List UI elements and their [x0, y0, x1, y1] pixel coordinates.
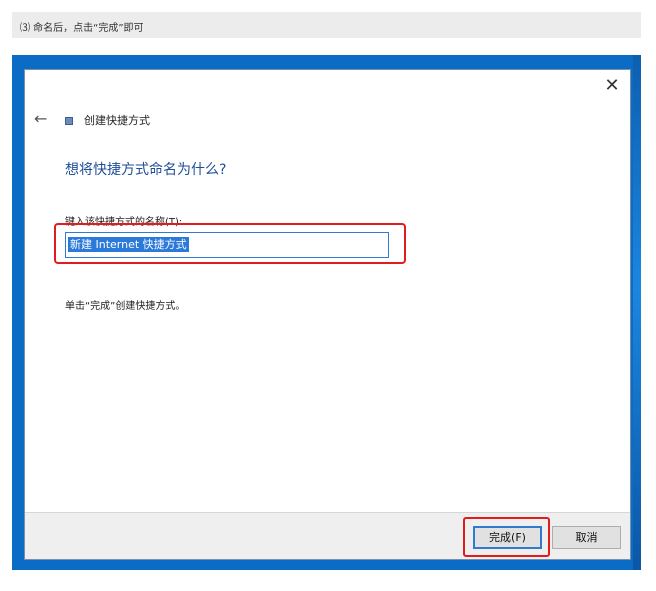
screenshot-frame: ✕ ← 创建快捷方式 想将快捷方式命名为什么? 键入该快捷方式的名称(T): 新…: [12, 55, 641, 570]
shortcut-name-input[interactable]: 新建 Internet 快捷方式: [65, 232, 389, 258]
finish-button[interactable]: 完成(F): [473, 526, 542, 549]
shortcut-name-value: 新建 Internet 快捷方式: [68, 237, 189, 252]
finish-instruction: 单击“完成”创建快捷方式。: [65, 301, 186, 312]
desktop-background: [633, 55, 641, 570]
back-arrow-icon[interactable]: ←: [34, 111, 47, 127]
create-shortcut-dialog: ✕ ← 创建快捷方式 想将快捷方式命名为什么? 键入该快捷方式的名称(T): 新…: [24, 69, 631, 560]
caption-text: ⑶ 命名后，点击“完成”即可: [20, 23, 144, 34]
close-icon[interactable]: ✕: [604, 77, 620, 95]
wizard-icon: [65, 117, 73, 125]
cancel-button[interactable]: 取消: [552, 526, 621, 549]
dialog-title: 创建快捷方式: [84, 114, 150, 127]
page-heading: 想将快捷方式命名为什么?: [65, 162, 227, 178]
caption-bar: ⑶ 命名后，点击“完成”即可: [12, 12, 641, 38]
